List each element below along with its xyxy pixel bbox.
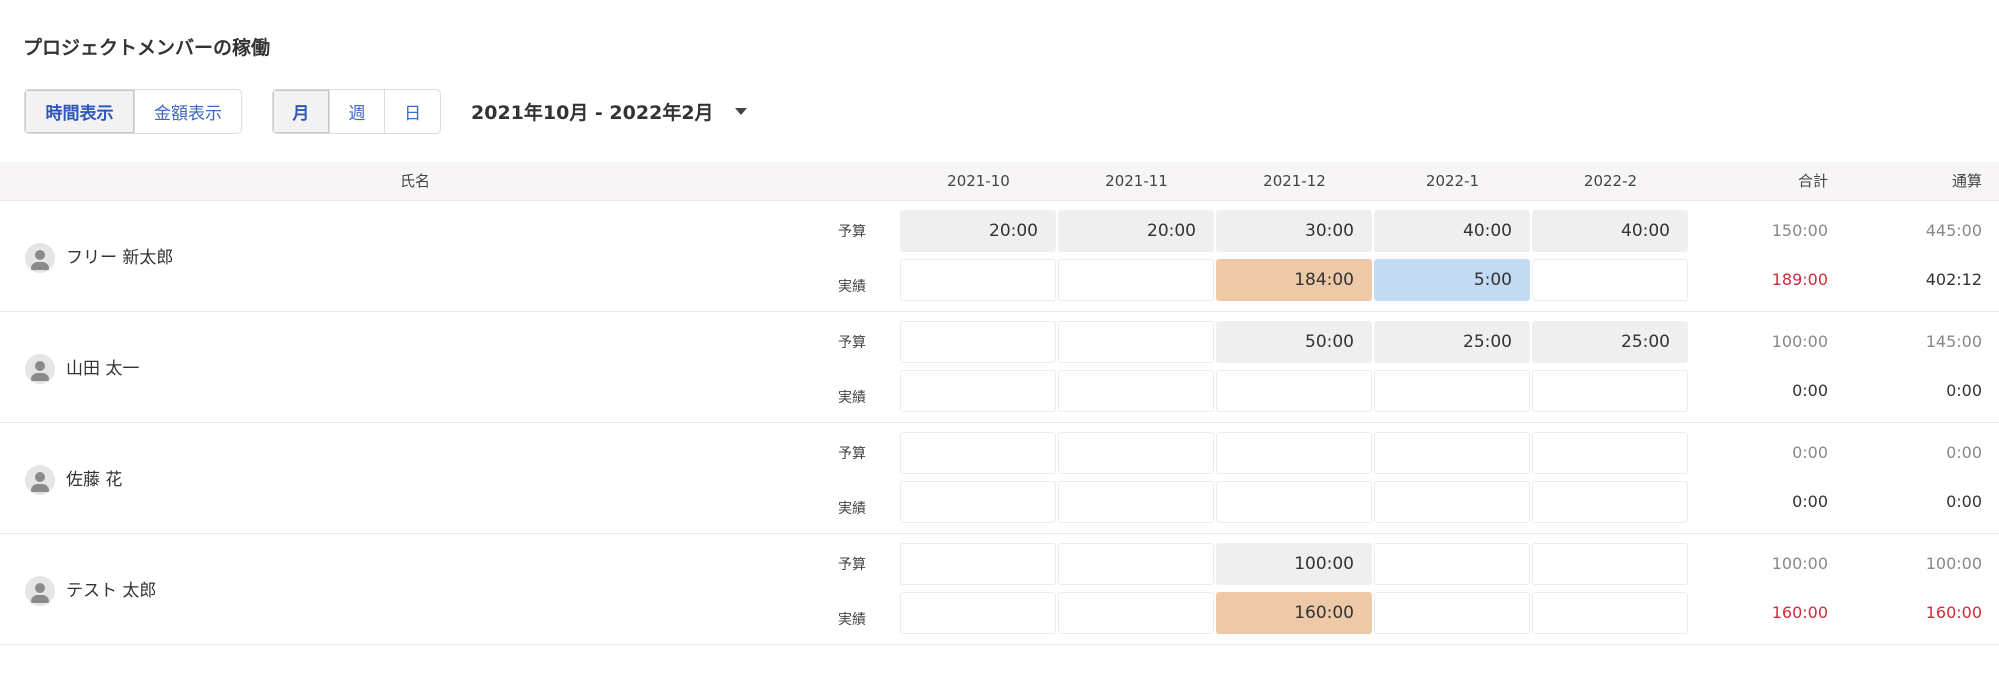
month-button[interactable]: 月 — [273, 90, 329, 133]
budget-cell[interactable]: 20:00 — [1058, 210, 1214, 252]
budget-cell[interactable]: 40:00 — [1532, 210, 1688, 252]
budget-total: 100:00 — [1771, 554, 1828, 573]
actual-cell[interactable] — [1058, 592, 1214, 634]
actual-cell[interactable] — [900, 259, 1056, 301]
actual-cell[interactable] — [1532, 481, 1688, 523]
member-name: テスト 太郎 — [66, 581, 157, 601]
actual-cell[interactable] — [1374, 370, 1530, 412]
display-mode-toggle: 時間表示 金額表示 — [24, 89, 242, 134]
person-avatar-icon — [25, 465, 55, 495]
caret-down-icon[interactable] — [734, 108, 747, 115]
month-column-header: 2021-12 — [1263, 172, 1326, 190]
budget-row-label: 予算 — [838, 446, 866, 462]
actual-cell[interactable] — [900, 481, 1056, 523]
page: プロジェクトメンバーの稼働 時間表示 金額表示 月 週 日 2021年10月 -… — [0, 0, 1999, 678]
budget-row-label: 予算 — [838, 335, 866, 351]
budget-cell[interactable]: 30:00 — [1216, 210, 1372, 252]
budget-cumulative: 0:00 — [1946, 443, 1982, 462]
actual-total: 189:00 — [1771, 270, 1828, 289]
period-label: 2021年10月 - 2022年2月 — [471, 102, 714, 124]
budget-cell[interactable] — [1058, 321, 1214, 363]
actual-cumulative: 402:12 — [1925, 270, 1982, 289]
actual-cumulative: 0:00 — [1946, 381, 1982, 400]
actual-cell[interactable] — [1532, 592, 1688, 634]
budget-cell[interactable]: 100:00 — [1216, 543, 1372, 585]
actual-cell[interactable] — [1216, 481, 1372, 523]
budget-row-label: 予算 — [838, 224, 866, 240]
actual-row-label: 実績 — [838, 279, 866, 295]
member-name: 佐藤 花 — [66, 470, 123, 490]
actual-cell[interactable] — [1374, 481, 1530, 523]
budget-cumulative: 445:00 — [1925, 221, 1982, 240]
budget-cell[interactable] — [1374, 543, 1530, 585]
actual-cell[interactable] — [1058, 370, 1214, 412]
actual-row-label: 実績 — [838, 612, 866, 628]
actual-cell[interactable] — [1058, 481, 1214, 523]
actual-total: 0:00 — [1792, 381, 1828, 400]
budget-row-label: 予算 — [838, 557, 866, 573]
budget-cell[interactable] — [1058, 543, 1214, 585]
month-column-header: 2021-10 — [947, 172, 1010, 190]
member-name: フリー 新太郎 — [66, 248, 174, 268]
budget-cell[interactable] — [900, 321, 1056, 363]
actual-row-label: 実績 — [838, 501, 866, 517]
actual-cell[interactable] — [1532, 259, 1688, 301]
budget-cell[interactable] — [1216, 432, 1372, 474]
budget-total: 100:00 — [1771, 332, 1828, 351]
budget-cell[interactable]: 50:00 — [1216, 321, 1372, 363]
budget-cell[interactable] — [1058, 432, 1214, 474]
name-column-header: 氏名 — [400, 172, 431, 190]
day-button[interactable]: 日 — [384, 90, 440, 133]
actual-cell[interactable] — [1532, 370, 1688, 412]
actual-cell[interactable]: 184:00 — [1216, 259, 1372, 301]
actual-cell[interactable]: 5:00 — [1374, 259, 1530, 301]
actual-total: 160:00 — [1771, 603, 1828, 622]
actual-cell[interactable] — [1374, 592, 1530, 634]
actual-cumulative: 0:00 — [1946, 492, 1982, 511]
budget-cell[interactable]: 25:00 — [1374, 321, 1530, 363]
budget-total: 150:00 — [1771, 221, 1828, 240]
table-header: 氏名 2021-10 2021-11 2021-12 2022-1 2022-2… — [0, 162, 1999, 201]
budget-cell[interactable] — [1374, 432, 1530, 474]
actual-cell[interactable]: 160:00 — [1216, 592, 1372, 634]
budget-total: 0:00 — [1792, 443, 1828, 462]
time-display-button[interactable]: 時間表示 — [25, 90, 134, 133]
actual-cell[interactable] — [900, 370, 1056, 412]
month-column-header: 2021-11 — [1105, 172, 1168, 190]
actual-cumulative: 160:00 — [1925, 603, 1982, 622]
actual-cell[interactable] — [900, 592, 1056, 634]
page-title: プロジェクトメンバーの稼働 — [23, 37, 271, 59]
actual-row-label: 実績 — [838, 390, 866, 406]
actual-cell[interactable] — [1216, 370, 1372, 412]
budget-cell[interactable] — [900, 432, 1056, 474]
actual-total: 0:00 — [1792, 492, 1828, 511]
member-row: 山田 太一 予算 実績 50:00 25:00 25:00 100:00 145:00 0:00… — [0, 312, 1999, 423]
budget-cell[interactable] — [900, 543, 1056, 585]
month-column-header: 2022-1 — [1425, 172, 1480, 190]
actual-cell[interactable] — [1058, 259, 1214, 301]
member-name: 山田 太一 — [66, 359, 140, 379]
total-column-header: 合計 — [1797, 172, 1828, 190]
member-row: テスト 太郎 予算実績 100:00 160:00 100:00 100:00 160:00… — [0, 534, 1999, 645]
week-button[interactable]: 週 — [328, 90, 385, 133]
amount-display-button[interactable]: 金額表示 — [133, 90, 241, 133]
budget-cell[interactable]: 40:00 — [1374, 210, 1530, 252]
granularity-toggle: 月 週 日 — [272, 89, 441, 134]
budget-cell[interactable] — [1532, 432, 1688, 474]
person-avatar-icon — [25, 354, 55, 384]
budget-cumulative: 145:00 — [1925, 332, 1982, 351]
person-avatar-icon — [25, 243, 55, 273]
budget-cell[interactable] — [1532, 543, 1688, 585]
budget-cumulative: 100:00 — [1925, 554, 1982, 573]
cumulative-column-header: 通算 — [1951, 172, 1982, 190]
period-selector[interactable]: 2021年10月 - 2022年2月 — [471, 89, 747, 134]
budget-cell[interactable]: 20:00 — [900, 210, 1056, 252]
budget-cell[interactable]: 25:00 — [1532, 321, 1688, 363]
member-row: フリー 新太郎 予算 実績 20:00 20:00 30:00 40:00 40:00 184:… — [0, 201, 1999, 312]
person-avatar-icon — [25, 576, 55, 606]
member-row: 佐藤 花 予算実績 0:00 0:00 0:00 0:00 — [0, 423, 1999, 534]
month-column-header: 2022-2 — [1583, 172, 1638, 190]
